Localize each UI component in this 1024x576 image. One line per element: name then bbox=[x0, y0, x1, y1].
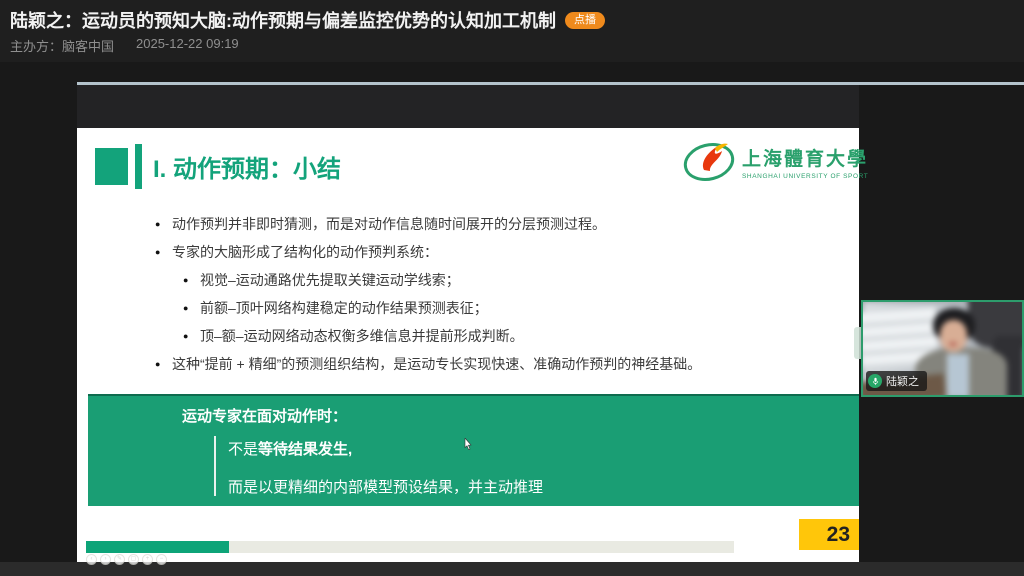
session-datetime: 2025-12-22 09:19 bbox=[136, 36, 239, 55]
presentation-slide[interactable]: I. 动作预期：小结 上海體育大學 SHANGHAI UNIVERSITY OF… bbox=[77, 128, 859, 562]
bullet-subitem: 顶–额–运动网络动态权衡多维信息并提前形成判断。 bbox=[183, 322, 845, 350]
zoom-in-icon[interactable]: + bbox=[142, 554, 153, 565]
highlight-heading: 运动专家在面对动作时： bbox=[182, 405, 347, 426]
viewer-controls: ‹ › ✎ ▢ + − bbox=[86, 554, 167, 565]
page-number-badge: 23 bbox=[799, 519, 859, 550]
shapes-icon[interactable]: ▢ bbox=[128, 554, 139, 565]
prev-icon[interactable]: ‹ bbox=[86, 554, 97, 565]
title-accent-square bbox=[95, 148, 128, 185]
speaker-name-tag: 陆颖之 bbox=[866, 371, 927, 391]
highlight-line-1: 不是等待结果发生, bbox=[228, 438, 352, 459]
university-logo: 上海體育大學 SHANGHAI UNIVERSITY OF SPORT bbox=[682, 138, 852, 196]
bullet-subitem: 前额–顶叶网络构建稳定的动作结果预测表征； bbox=[183, 294, 845, 322]
host-label: 主办方：脑客中国 bbox=[10, 36, 114, 55]
slide-progress-fill bbox=[86, 541, 229, 553]
bullet-item: 专家的大脑形成了结构化的动作预判系统： bbox=[155, 238, 845, 266]
vod-badge: 点播 bbox=[565, 12, 605, 29]
title-accent-bar bbox=[135, 144, 142, 189]
bullet-subitem: 视觉–运动通路优先提取关键运动学线索； bbox=[183, 266, 845, 294]
highlight-line-2: 而是以更精细的内部模型预设结果，并主动推理 bbox=[228, 476, 543, 497]
slide-bullet-list: 动作预判并非即时猜测，而是对动作信息随时间展开的分层预测过程。 专家的大脑形成了… bbox=[155, 210, 845, 378]
webcam-panel[interactable]: 陆颖之 bbox=[861, 300, 1024, 397]
microphone-icon bbox=[868, 374, 882, 388]
minimize-icon[interactable]: − bbox=[156, 554, 167, 565]
pen-icon[interactable]: ✎ bbox=[114, 554, 125, 565]
university-name-en: SHANGHAI UNIVERSITY OF SPORT bbox=[742, 173, 868, 180]
mouse-cursor bbox=[464, 438, 472, 450]
bullet-item: 动作预判并非即时猜测，而是对动作信息随时间展开的分层预测过程。 bbox=[155, 210, 845, 238]
speaker-name: 陆颖之 bbox=[886, 373, 919, 389]
slide-section-title: I. 动作预期：小结 bbox=[153, 149, 341, 184]
university-emblem-icon bbox=[682, 138, 736, 184]
next-icon[interactable]: › bbox=[100, 554, 111, 565]
highlight-divider bbox=[214, 436, 216, 496]
highlight-box: 运动专家在面对动作时： 不是等待结果发生, 而是以更精细的内部模型预设结果，并主… bbox=[88, 394, 859, 506]
bullet-item: 这种“提前 + 精细”的预测组织结构，是运动专长实现快速、准确动作预判的神经基础… bbox=[155, 350, 845, 378]
webinar-title: 陆颖之：运动员的预知大脑:动作预期与偏差监控优势的认知加工机制 bbox=[10, 7, 556, 33]
university-name-cn: 上海體育大學 bbox=[742, 144, 868, 171]
slide-progress-track[interactable] bbox=[86, 541, 734, 553]
webinar-header: 陆颖之：运动员的预知大脑:动作预期与偏差监控优势的认知加工机制 点播 主办方：脑… bbox=[0, 0, 1024, 62]
slide-letterbox bbox=[77, 85, 859, 128]
